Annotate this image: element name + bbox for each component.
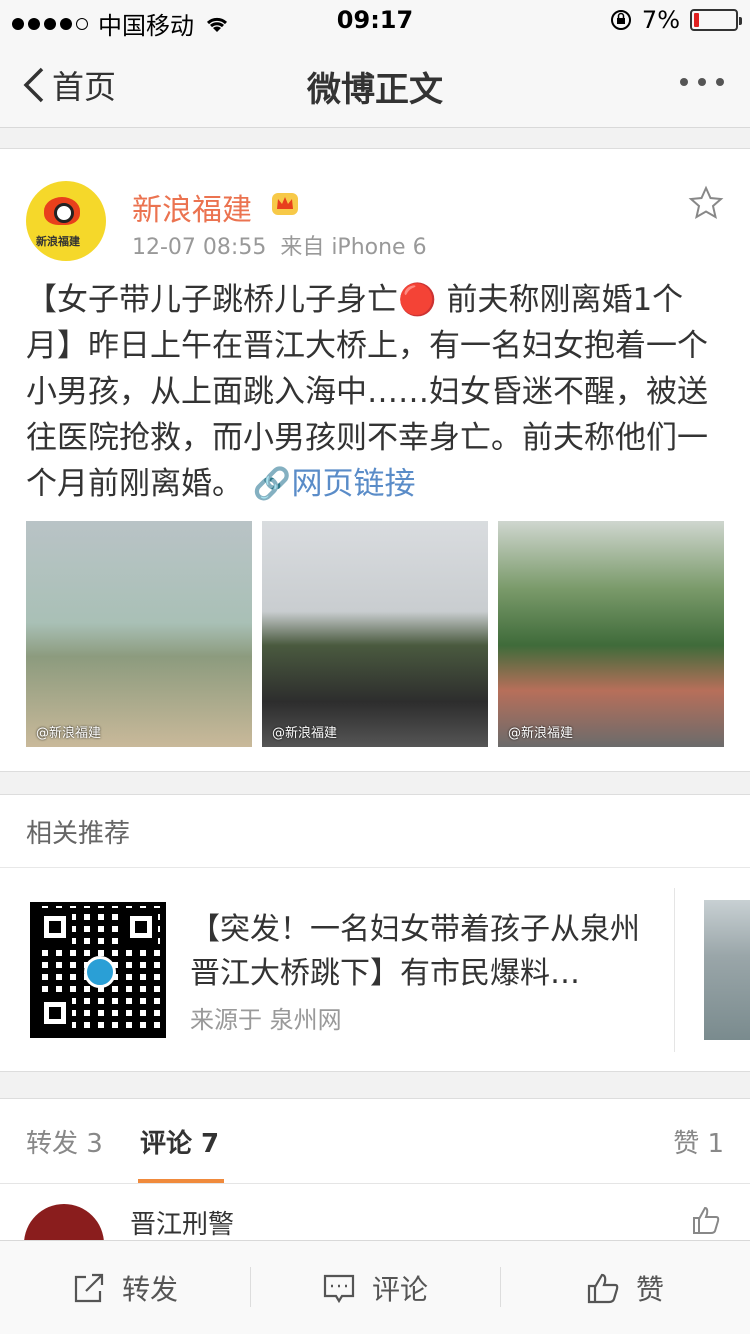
- favorite-star-icon[interactable]: [688, 185, 724, 221]
- web-link-label: 网页链接: [291, 466, 416, 502]
- avatar[interactable]: 新浪福建: [26, 181, 106, 261]
- photo-thumbnail[interactable]: @新浪福建: [498, 521, 724, 747]
- related-thumbnail[interactable]: [704, 900, 750, 1040]
- photo-watermark: @新浪福建: [36, 726, 102, 741]
- interaction-tabs: 转发 3 评论 7 赞 1: [0, 1098, 750, 1184]
- like-button[interactable]: 赞: [500, 1241, 750, 1334]
- status-bar: 中国移动 09:17 7%: [0, 0, 750, 40]
- share-icon: [74, 1273, 104, 1302]
- post-card: 新浪福建 新浪福建 12-07 08:55 来自 iPhone 6 【女子带儿子…: [0, 148, 750, 772]
- repost-label: 转发: [121, 1272, 178, 1306]
- post-meta: 12-07 08:55 来自 iPhone 6: [132, 229, 427, 261]
- tab-repost[interactable]: 转发 3: [26, 1123, 103, 1160]
- tab-like[interactable]: 赞 1: [673, 1123, 724, 1160]
- repost-button[interactable]: 转发: [0, 1241, 250, 1334]
- more-dot-icon: [680, 78, 688, 86]
- divider: [674, 888, 675, 1052]
- related-item[interactable]: 【突发！一名妇女带着孩子从泉州晋江大桥跳下】有市民爆料… 来源于 泉州网: [0, 868, 750, 1072]
- thumbs-up-icon: [587, 1273, 619, 1303]
- comment-label: 评论: [371, 1272, 428, 1306]
- related-heading: 相关推荐: [26, 819, 131, 849]
- more-button[interactable]: [680, 78, 724, 86]
- photo-grid: @新浪福建 @新浪福建 @新浪福建: [26, 521, 724, 747]
- page-title: 微博正文: [307, 70, 443, 110]
- qr-code-image: [30, 902, 166, 1038]
- post-text: 【女子带儿子跳桥儿子身亡🔴 前夫称刚离婚1个月】昨日上午在晋江大桥上，有一名妇女…: [26, 277, 726, 507]
- tab-comment[interactable]: 评论 7: [140, 1123, 219, 1160]
- battery-icon: [690, 9, 742, 31]
- orientation-lock-icon: [610, 10, 631, 30]
- nav-bar: 首页 微博正文: [0, 40, 750, 128]
- web-link[interactable]: 🔗网页链接: [253, 466, 416, 502]
- bottom-toolbar: 转发 评论 赞: [0, 1240, 750, 1334]
- username[interactable]: 新浪福建: [132, 185, 252, 229]
- crown-icon: [272, 193, 298, 215]
- active-tab-indicator: [138, 1179, 224, 1183]
- related-title: 【突发！一名妇女带着孩子从泉州晋江大桥跳下】有市民爆料…: [190, 912, 640, 991]
- comment-username[interactable]: 晋江刑警: [130, 1204, 234, 1240]
- status-right: 7%: [610, 6, 742, 34]
- related-header: 相关推荐: [0, 794, 750, 868]
- avatar-logo: [44, 197, 80, 225]
- battery-percent: 7%: [641, 6, 680, 34]
- photo-watermark: @新浪福建: [272, 726, 338, 741]
- thumbs-up-icon[interactable]: [690, 1204, 722, 1236]
- photo-thumbnail[interactable]: @新浪福建: [26, 521, 252, 747]
- qr-logo: [84, 956, 116, 988]
- like-label: 赞: [635, 1272, 664, 1306]
- avatar-text: 新浪福建: [36, 235, 80, 248]
- comment-item: 晋江刑警: [0, 1184, 750, 1240]
- comment-button[interactable]: 评论: [250, 1241, 500, 1334]
- photo-thumbnail[interactable]: @新浪福建: [262, 521, 488, 747]
- comment-avatar[interactable]: [24, 1204, 104, 1240]
- comment-icon: [323, 1274, 355, 1303]
- related-source: 来源于 泉州网: [190, 1006, 342, 1034]
- post-source: 来自 iPhone 6: [280, 235, 427, 260]
- post-time: 12-07 08:55: [132, 235, 267, 260]
- photo-watermark: @新浪福建: [508, 726, 574, 741]
